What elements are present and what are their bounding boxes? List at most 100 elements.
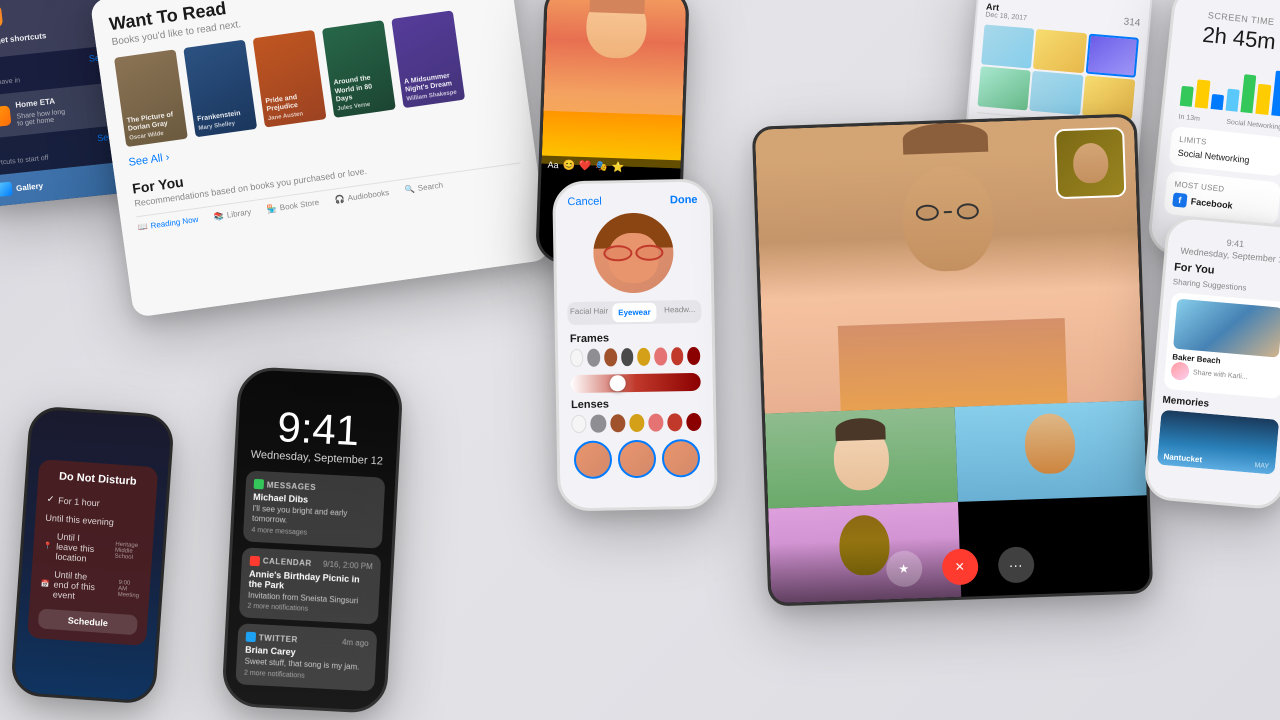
book-item-3[interactable]: Pride and PrejudiceJane Austen: [253, 30, 327, 128]
emoji-bar: Aa 😊 ❤️ 🎭 ⭐: [541, 155, 681, 179]
facetime-more-button[interactable]: ···: [997, 546, 1034, 583]
lens-swatch-red-light[interactable]: [648, 414, 663, 432]
screentime-today-label: In 13m: [1178, 114, 1200, 123]
emoji-smiley: 😊: [562, 160, 575, 171]
memoji-glasses: [603, 244, 663, 261]
photos-suggested-card[interactable]: Baker Beach Share with Karli...: [1163, 292, 1280, 399]
swatch-brown[interactable]: [604, 348, 617, 366]
chart-bar-2: [1195, 79, 1210, 108]
iphone-lock-device: Do Not Disturb ✓ For 1 hour Until this e…: [10, 405, 175, 704]
frames-color-slider[interactable]: [571, 373, 701, 393]
tab-book-store[interactable]: 🏪 Book Store: [266, 198, 319, 214]
lens-swatch-white[interactable]: [571, 415, 587, 433]
facetime-participant-1: [765, 407, 958, 508]
swatch-gray[interactable]: [587, 349, 600, 367]
book-item-4[interactable]: Around the World in 80 DaysJules Verne: [322, 20, 396, 118]
twitter-app-icon: [246, 632, 257, 643]
memoji-done-button[interactable]: Done: [670, 194, 698, 206]
dnd-title: Do Not Disturb: [48, 470, 148, 489]
notification-messages[interactable]: MESSAGES Michael Dibs I'll see you brigh…: [243, 470, 386, 548]
search-icon: 🔍: [404, 184, 415, 194]
dnd-until-event[interactable]: 📅 Until the end of this event 9:00 AM Me…: [40, 565, 141, 610]
moments-cell-4[interactable]: [977, 66, 1031, 110]
more-icon: ···: [1008, 557, 1023, 573]
moments-cell-1[interactable]: [981, 24, 1035, 68]
social-networking-label: Social Networking: [1177, 148, 1250, 165]
tab-search[interactable]: 🔍 Search: [404, 180, 443, 194]
ipad-facetime-screen: ★ ✕ ···: [755, 117, 1150, 604]
moments-photo-count: 314: [1123, 17, 1141, 29]
memoji-lens-left: [603, 245, 632, 261]
memoji-preview-1[interactable]: [574, 440, 613, 479]
library-icon: 📚: [213, 211, 224, 221]
lock-screen-time: 9:41: [248, 405, 389, 454]
moments-cell-2[interactable]: [1033, 29, 1087, 73]
lens-swatch-brown[interactable]: [610, 414, 625, 432]
moments-photo-grid: [977, 24, 1139, 119]
lens-swatch-dark-red[interactable]: [686, 413, 701, 431]
slider-thumb[interactable]: [610, 375, 626, 391]
moments-cell-5[interactable]: [1030, 71, 1084, 115]
swatch-dark-red[interactable]: [687, 347, 700, 365]
tab-headwear[interactable]: Headw...: [658, 300, 702, 324]
tab-library[interactable]: 📚 Library: [213, 207, 251, 221]
swatch-red[interactable]: [671, 347, 684, 365]
iphone-memoji-screen: Cancel Done Facial Hair Eyewear Headw...…: [555, 182, 715, 509]
notification-twitter[interactable]: TWITTER 4m ago Brian Carey Sweet stuff, …: [235, 623, 377, 691]
notif-app-label-messages: MESSAGES: [267, 480, 317, 492]
memoji-tab-bar: Facial Hair Eyewear Headw...: [567, 300, 701, 325]
memoji-preview-2[interactable]: [618, 440, 657, 479]
notif-time-twitter: 4m ago: [342, 637, 369, 647]
notif-app-label-calendar: CALENDAR: [263, 557, 312, 569]
memoji-frames-label: Frames: [558, 323, 712, 350]
photos-beach-image: [1173, 299, 1280, 358]
memoji-cancel-button[interactable]: Cancel: [567, 196, 601, 209]
facetime-star-button[interactable]: ★: [885, 550, 922, 587]
dnd-schedule-button[interactable]: Schedule: [38, 608, 138, 635]
iphone-photos-device: 9:41 Wednesday, September 19 For You Sha…: [1143, 214, 1280, 510]
moments-cell-6[interactable]: [1082, 75, 1136, 119]
chart-bar-6: [1256, 84, 1271, 115]
home-eta-sub: Share how longto get home: [16, 109, 66, 128]
notif-app-label-twitter: TWITTER: [259, 633, 298, 644]
tab-audiobooks[interactable]: 🎧 Audiobooks: [334, 188, 390, 205]
swatch-red-light[interactable]: [654, 347, 667, 365]
lens-swatch-red[interactable]: [667, 413, 682, 431]
notification-calendar[interactable]: CALENDAR 9/16, 2:00 PM Annie's Birthday …: [239, 547, 381, 625]
facetime-self-thumbnail: [1054, 127, 1126, 199]
notif-time-calendar: 9/16, 2:00 PM: [323, 560, 373, 572]
memoji-preview-3[interactable]: [662, 439, 701, 478]
book-title-1: The Picture of Dorian GrayOscar Wilde: [126, 110, 183, 142]
iphone-notch: [285, 371, 356, 397]
chart-bar-7: [1271, 70, 1280, 116]
ipad-facetime-device: ★ ✕ ···: [752, 113, 1154, 606]
photos-share-with-label: Share with Karli...: [1193, 369, 1248, 381]
iphone-memoji-device: Cancel Done Facial Hair Eyewear Headw...…: [552, 179, 718, 512]
photos-memory-card[interactable]: Nantucket MAY: [1157, 410, 1279, 475]
moments-cell-3[interactable]: [1085, 34, 1139, 78]
swatch-gold[interactable]: [637, 348, 650, 366]
swatch-dark[interactable]: [621, 348, 634, 366]
tab-reading-now[interactable]: 📖 Reading Now: [137, 215, 199, 232]
book-title-2: FrankensteinMary Shelley: [197, 109, 253, 133]
do-not-disturb-card: Do Not Disturb ✓ For 1 hour Until this e…: [27, 459, 158, 646]
audio-icon: 🎧: [334, 194, 345, 204]
tab-eyewear[interactable]: Eyewear: [613, 303, 657, 323]
lens-swatch-gold[interactable]: [629, 414, 644, 432]
calendar-app-icon: [250, 556, 261, 567]
swatch-white[interactable]: [570, 349, 584, 367]
emoji-aa: Aa: [547, 160, 558, 170]
book-item-5[interactable]: A Midsummer Night's DreamWilliam Shakesp…: [391, 10, 465, 108]
book-item-1[interactable]: The Picture of Dorian GrayOscar Wilde: [114, 49, 188, 147]
lens-swatch-gray[interactable]: [591, 415, 606, 433]
shortcut-icon: [0, 5, 3, 29]
memoji-avatar: [593, 212, 674, 293]
photos-contact-avatar: [1170, 361, 1190, 381]
memoji-preview-bar: [560, 431, 715, 488]
facetime-controls: ★ ✕ ···: [769, 530, 1150, 603]
siri-widget-title: widget shortcuts: [0, 25, 106, 47]
facetime-end-button[interactable]: ✕: [941, 548, 978, 585]
home-eta-title: Home ETA: [15, 96, 64, 110]
tab-facial-hair[interactable]: Facial Hair: [567, 301, 611, 325]
book-item-2[interactable]: FrankensteinMary Shelley: [183, 40, 257, 138]
